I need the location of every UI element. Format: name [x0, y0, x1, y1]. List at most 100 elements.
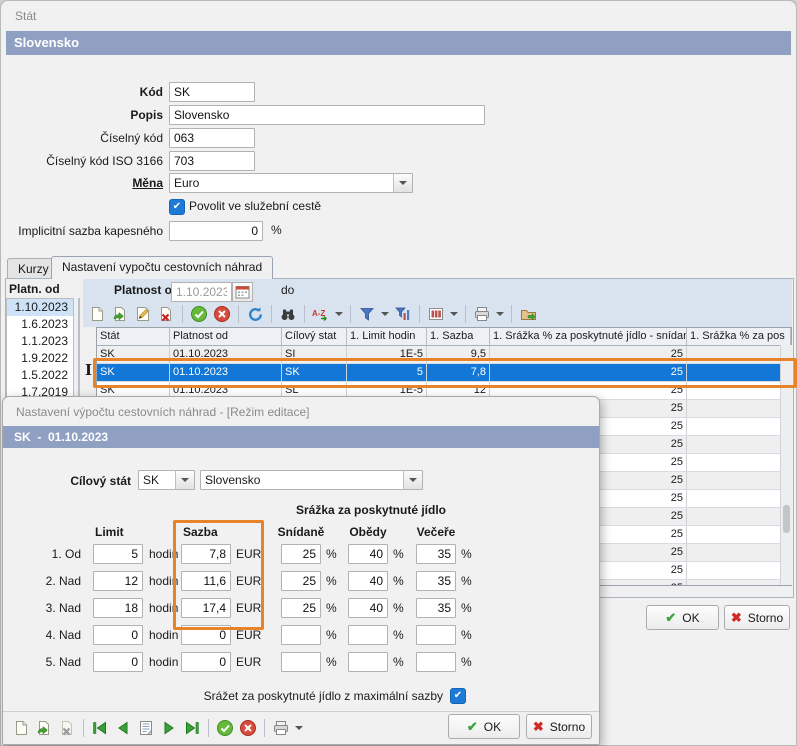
storno-button[interactable]: ✖ Storno	[724, 605, 790, 630]
edit-icon[interactable]	[133, 304, 153, 324]
chevron-down-icon[interactable]	[175, 471, 194, 489]
window-titlebar[interactable]: Stát	[1, 1, 796, 31]
list-item[interactable]: 1.6.2023	[7, 316, 73, 333]
obedy-input[interactable]	[348, 571, 388, 591]
import-icon[interactable]	[34, 718, 54, 738]
apply-icon[interactable]	[215, 718, 235, 738]
dialog-titlebar[interactable]: Nastavení výpočtu cestovních náhrad - [R…	[3, 397, 599, 426]
next-record-icon[interactable]	[159, 718, 179, 738]
column-header[interactable]: 1. Limit hodin	[347, 328, 427, 345]
rate-rows: 1. OdhodinEUR%%%2. NadhodinEUR%%%3. Nadh…	[3, 544, 599, 679]
first-record-icon[interactable]	[90, 718, 110, 738]
column-header[interactable]: 1. Sazba	[427, 328, 490, 345]
column-header[interactable]: 1. Srážka % za pos	[687, 328, 791, 345]
platnost-od-input[interactable]	[171, 282, 232, 302]
eur-unit: EUR	[236, 601, 262, 615]
cancel-icon[interactable]	[238, 718, 258, 738]
kod-label: Kód	[1, 82, 163, 102]
sazba-input[interactable]	[181, 544, 231, 564]
calendar-icon[interactable]	[232, 282, 253, 302]
limit-input[interactable]	[93, 625, 143, 645]
filter-settings-icon[interactable]	[393, 304, 413, 324]
limit-input[interactable]	[93, 598, 143, 618]
print-icon[interactable]	[271, 718, 291, 738]
chevron-down-icon[interactable]	[393, 174, 412, 192]
delete-icon[interactable]	[57, 718, 77, 738]
iso-input[interactable]	[169, 151, 255, 171]
vertical-scrollbar[interactable]	[780, 345, 792, 585]
limit-input[interactable]	[93, 652, 143, 672]
delete-icon[interactable]	[156, 304, 176, 324]
sort-az-icon[interactable]: A-Z	[311, 304, 331, 324]
snidane-input[interactable]	[281, 571, 321, 591]
limit-input[interactable]	[93, 571, 143, 591]
last-record-icon[interactable]	[182, 718, 202, 738]
popis-input[interactable]	[169, 105, 485, 125]
dialog-storno-button[interactable]: ✖ Storno	[526, 714, 592, 739]
find-icon[interactable]	[278, 304, 298, 324]
sazba-input[interactable]	[181, 571, 231, 591]
print-icon[interactable]	[472, 304, 492, 324]
prev-record-icon[interactable]	[113, 718, 133, 738]
obedy-input[interactable]	[348, 544, 388, 564]
export-icon[interactable]	[518, 304, 538, 324]
column-header[interactable]: Cílový stat	[282, 328, 347, 345]
rate-row-label: 3. Nad	[3, 601, 81, 615]
check-icon: ✔	[665, 610, 676, 626]
list-item[interactable]: 1.5.2022	[7, 367, 73, 384]
apply-icon[interactable]	[189, 304, 209, 324]
vecere-input[interactable]	[416, 625, 456, 645]
column-header[interactable]: Stát	[97, 328, 170, 345]
new-icon[interactable]	[11, 718, 31, 738]
snidane-input[interactable]	[281, 652, 321, 672]
snidane-input[interactable]	[281, 544, 321, 564]
sazba-input[interactable]	[181, 598, 231, 618]
mena-label[interactable]: Měna	[1, 173, 163, 193]
kod-input[interactable]	[169, 82, 255, 102]
obedy-input[interactable]	[348, 598, 388, 618]
import-icon[interactable]	[110, 304, 130, 324]
cilovy-stat-name-combo[interactable]: Slovensko	[200, 470, 423, 490]
vecere-input[interactable]	[416, 571, 456, 591]
snidane-input[interactable]	[281, 598, 321, 618]
sazba-kapesne-input[interactable]	[169, 221, 263, 241]
new-icon[interactable]	[87, 304, 107, 324]
chevron-down-icon[interactable]	[334, 304, 344, 324]
chevron-down-icon[interactable]	[449, 304, 459, 324]
table-row[interactable]: SK01.10.2023SK57,825	[97, 364, 791, 382]
vecere-input[interactable]	[416, 598, 456, 618]
dialog-ok-button[interactable]: ✔ OK	[448, 714, 520, 739]
vecere-input[interactable]	[416, 652, 456, 672]
obedy-input[interactable]	[348, 625, 388, 645]
column-header[interactable]: Platnost od	[170, 328, 282, 345]
ok-button[interactable]: ✔ OK	[646, 605, 719, 630]
snidane-input[interactable]	[281, 625, 321, 645]
limit-input[interactable]	[93, 544, 143, 564]
scrollbar-thumb[interactable]	[783, 505, 790, 533]
mena-combo[interactable]: Euro	[169, 173, 413, 193]
chevron-down-icon[interactable]	[495, 304, 505, 324]
cilovy-stat-code-combo[interactable]: SK	[138, 470, 195, 490]
obedy-input[interactable]	[348, 652, 388, 672]
column-header[interactable]: 1. Srážka % za poskytnuté jídlo - snídan…	[490, 328, 687, 345]
filter-icon[interactable]	[357, 304, 377, 324]
srazet-checkbox[interactable]: ✔	[450, 688, 466, 704]
chevron-down-icon[interactable]	[380, 304, 390, 324]
list-item[interactable]: 1.10.2023	[7, 299, 73, 316]
sazba-input[interactable]	[181, 625, 231, 645]
eur-unit: EUR	[236, 547, 262, 561]
ciselny-kod-input[interactable]	[169, 128, 255, 148]
refresh-icon[interactable]	[245, 304, 265, 324]
record-list-icon[interactable]	[136, 718, 156, 738]
chevron-down-icon[interactable]	[403, 471, 422, 489]
sazba-input[interactable]	[181, 652, 231, 672]
tab-nastaveni-nahrad[interactable]: Nastavení vypočtu cestovních náhrad	[51, 256, 273, 279]
povolit-checkbox[interactable]: ✔	[169, 199, 185, 215]
cancel-icon[interactable]	[212, 304, 232, 324]
table-row[interactable]: SK01.10.2023SI1E-59,525	[97, 346, 791, 364]
columns-icon[interactable]	[426, 304, 446, 324]
list-item[interactable]: 1.9.2022	[7, 350, 73, 367]
list-item[interactable]: 1.1.2023	[7, 333, 73, 350]
chevron-down-icon[interactable]	[294, 718, 304, 738]
vecere-input[interactable]	[416, 544, 456, 564]
